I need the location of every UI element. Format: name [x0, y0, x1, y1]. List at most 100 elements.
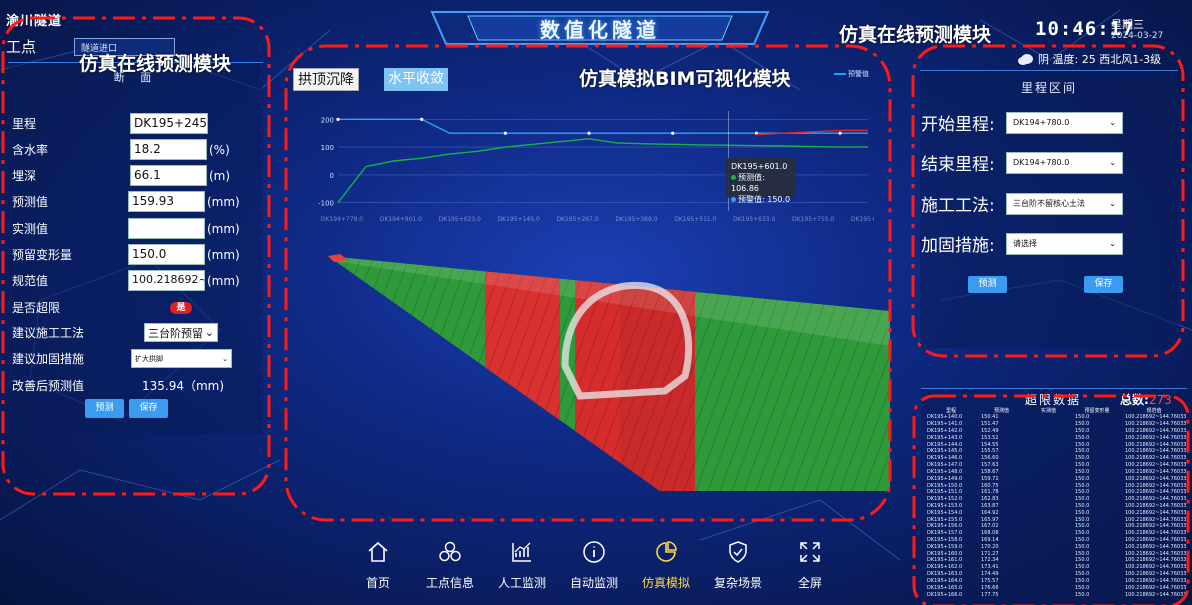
- shield-icon: [729, 541, 747, 563]
- page-title: 数值化隧道: [540, 18, 660, 42]
- table-cell: [1025, 571, 1072, 578]
- field-row-measured: 实测值 (mm): [12, 218, 240, 239]
- depth-input[interactable]: 66.1: [130, 165, 207, 186]
- nav-manual-monitor[interactable]: 人工监测: [487, 540, 557, 591]
- nav-site-info[interactable]: 工点信息: [415, 540, 485, 591]
- reinforce-select-right[interactable]: 请选择 ⌄: [1006, 232, 1123, 255]
- table-cell: [1025, 557, 1072, 564]
- table-row: DK195+160.0 171.27 150.0 100.218692~144.760…: [924, 550, 1186, 557]
- table-row: DK195+145.0 155.57 150.0 100.218692~144.760…: [924, 448, 1186, 455]
- reinforce-select-value: 扩大拱脚: [135, 354, 163, 363]
- table-cell: [1025, 530, 1072, 537]
- field-row-water: 含水率 18.2 (%): [12, 139, 230, 160]
- nav-complex-scene[interactable]: 复杂场景: [703, 540, 773, 591]
- table-cell: 100.218692~144.760332: [1125, 434, 1186, 441]
- save-button-right[interactable]: 保存: [1084, 276, 1123, 293]
- col-header: 预留变形量: [1084, 408, 1110, 414]
- table-cell: 161.78: [981, 489, 999, 496]
- table-cell: 150.0: [1075, 428, 1090, 435]
- table-cell: 167.02: [981, 523, 999, 530]
- field-label: 含水率: [12, 143, 49, 157]
- reinforce-select[interactable]: 扩大拱脚 ⌄: [131, 349, 232, 368]
- field-unit: (%): [209, 142, 230, 157]
- tab-crown-settlement[interactable]: 拱顶沉降: [293, 68, 359, 91]
- table-cell: DK195+160.0: [927, 550, 963, 557]
- save-button-left[interactable]: 保存: [129, 399, 168, 418]
- table-cell: DK195+164.0: [927, 577, 963, 584]
- table-cell: [1025, 578, 1072, 585]
- field-row-depth: 埋深 66.1 (m): [12, 165, 230, 186]
- table-cell: 172.34: [981, 557, 999, 564]
- nav-auto-monitor[interactable]: 自动监测: [559, 540, 629, 591]
- table-row: DK195+157.0 168.08 150.0 100.218692~144.760…: [924, 530, 1186, 537]
- table-cell: 150.0: [1075, 564, 1090, 571]
- method-select[interactable]: 三台阶预留 ⌄: [144, 323, 218, 342]
- table-cell: [1025, 475, 1072, 482]
- home-icon: [368, 541, 388, 562]
- field-label: 里程: [12, 117, 37, 131]
- mileage-input[interactable]: DK195+245.0: [130, 113, 208, 134]
- predicted-input[interactable]: 159.93: [128, 191, 205, 212]
- table-cell: [1025, 523, 1072, 530]
- method-select-right[interactable]: 三台阶不留核心土法 ⌄: [1006, 192, 1123, 215]
- start-mileage-select[interactable]: DK194+780.0 ⌄: [1006, 111, 1123, 134]
- field-label: 预测值: [12, 195, 49, 209]
- water-content-input[interactable]: 18.2: [130, 139, 207, 160]
- method-label: 施工工法:: [921, 196, 995, 216]
- chart-legend: 预警值: [834, 69, 869, 79]
- table-cell: 100.218692~144.760332: [1125, 421, 1186, 428]
- table-cell: DK195+141.0: [927, 421, 963, 428]
- tunnel-bim-model[interactable]: [300, 226, 900, 506]
- table-cell: 100.218692~144.760332: [1125, 462, 1186, 469]
- measured-input[interactable]: [128, 218, 205, 239]
- tab-horizontal-convergence[interactable]: 水平收敛: [384, 68, 448, 91]
- table-row: DK195+153.0 163.87 150.0 100.218692~144.760…: [924, 503, 1186, 510]
- table-row: DK195+158.0 169.14 150.0 100.218692~144.760…: [924, 537, 1186, 544]
- right-panel-title: 里程区间: [1020, 81, 1077, 95]
- table-cell: [1025, 489, 1072, 496]
- table-cell: 150.0: [1075, 537, 1090, 544]
- table-row: DK195+141.0 151.47 150.0 100.218692~144.760…: [924, 421, 1186, 428]
- chevron-down-icon: ⌄: [1109, 158, 1116, 167]
- spec-value-input[interactable]: 100.218692~1(: [128, 270, 205, 291]
- improved-value: 135.94（mm): [142, 379, 225, 393]
- nav-label: 工点信息: [425, 576, 474, 590]
- table-cell: [1025, 543, 1072, 550]
- table-cell: [1025, 441, 1072, 448]
- table-cell: DK195+166.0: [927, 591, 963, 598]
- nav-label: 自动监测: [569, 576, 618, 590]
- predict-button-left[interactable]: 预测: [85, 399, 124, 418]
- table-row: DK195+166.0 177.75 150.0 100.218692~144.760…: [924, 591, 1186, 598]
- table-cell: 150.41: [981, 414, 999, 421]
- table-row: DK195+147.0 157.63 150.0 100.218692~144.760…: [924, 462, 1186, 469]
- table-cell: 150.0: [1075, 482, 1090, 489]
- reserved-deformation-input[interactable]: 150.0: [128, 244, 205, 265]
- end-mileage-select[interactable]: DK194+780.0 ⌄: [1006, 151, 1123, 174]
- predict-button-right[interactable]: 预测: [968, 276, 1007, 293]
- field-label: 改善后预测值: [12, 379, 85, 393]
- method-select-value: 三台阶预留: [148, 326, 203, 340]
- table-cell: 150.0: [1075, 523, 1090, 530]
- table-cell: 153.52: [981, 434, 999, 441]
- end-mileage-label: 结束里程:: [921, 155, 995, 175]
- table-cell: 169.14: [981, 537, 999, 544]
- legend-label: 预警值: [848, 70, 869, 78]
- site-label: 工点: [6, 38, 37, 56]
- nav-home[interactable]: 首页: [343, 540, 413, 591]
- table-cell: [1025, 462, 1072, 469]
- nav-fullscreen[interactable]: 全屏: [775, 540, 845, 591]
- nav-simulation[interactable]: 仿真模拟: [631, 540, 701, 591]
- table-cell: 150.0: [1075, 571, 1090, 578]
- table-cell: DK195+162.0: [927, 564, 963, 571]
- table-cell: 100.218692~144.760332: [1125, 516, 1186, 523]
- over-limit-table: 里程 预测值 实测值 预留变形量 规范值 DK195+140.0 150.41 15…: [924, 407, 1186, 598]
- table-cell: 100.218692~144.760332: [1125, 496, 1186, 503]
- table-cell: 100.218692~144.760332: [1125, 502, 1186, 509]
- table-cell: 100.218692~144.760332: [1125, 489, 1186, 496]
- table-cell: DK195+154.0: [927, 509, 963, 516]
- y-tick-label: 200: [321, 116, 334, 124]
- table-row: DK195+156.0 167.02 150.0 100.218692~144.760…: [924, 523, 1186, 530]
- table-row: DK195+159.0 170.20 150.0 100.218692~144.760…: [924, 543, 1186, 550]
- table-cell: [1025, 564, 1072, 571]
- table-row: DK195+152.0 162.83 150.0 100.218692~144.760…: [924, 496, 1186, 503]
